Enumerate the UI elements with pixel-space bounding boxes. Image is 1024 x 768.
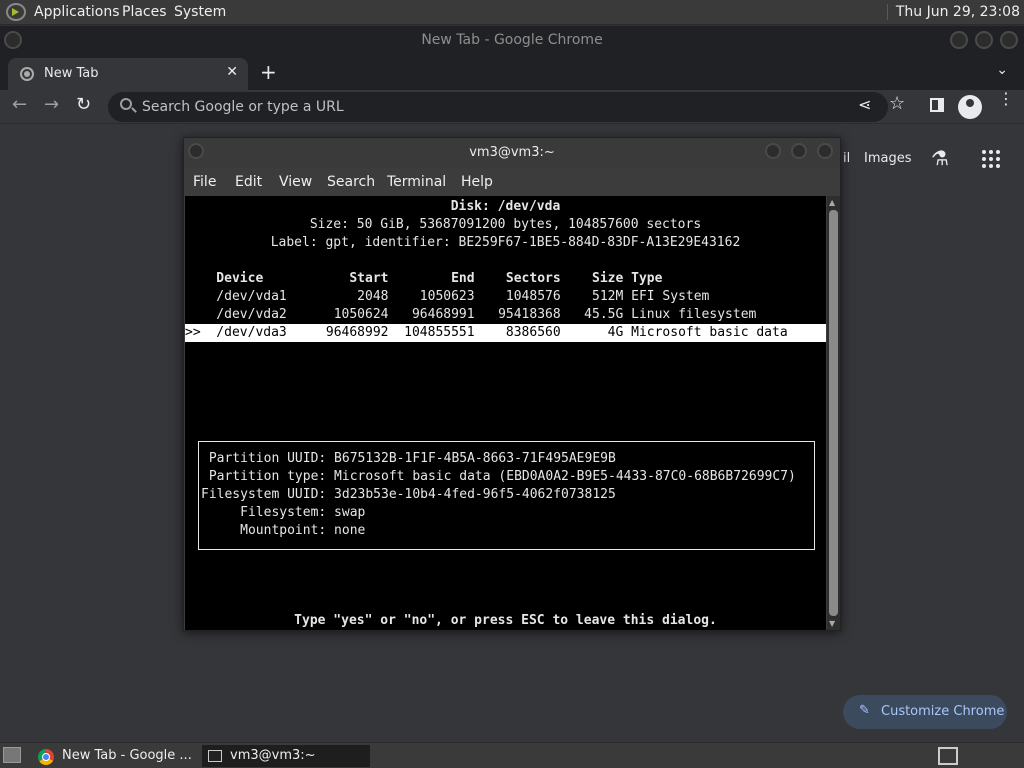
top-panel: Applications Places System Thu Jun 29, 2…	[0, 0, 1024, 25]
pencil-icon: ✎	[859, 703, 870, 718]
scrollbar-thumb[interactable]	[829, 210, 838, 616]
tab-search-chevron-icon[interactable]: ⌄	[996, 62, 1008, 78]
system-menu[interactable]: System	[174, 4, 226, 20]
bookmark-star-icon[interactable]: ☆	[889, 93, 905, 114]
side-panel-icon[interactable]	[930, 98, 944, 112]
tab-strip: New Tab ✕ + ⌄	[0, 54, 1024, 90]
chrome-favicon-icon	[20, 67, 34, 81]
minimize-button[interactable]	[950, 31, 968, 49]
mountpoint-line: Mountpoint: none	[201, 523, 366, 538]
taskbar-item-label: New Tab - Google ...	[62, 748, 192, 763]
system-logo-icon[interactable]	[6, 3, 26, 21]
customize-chrome-label: Customize Chrome	[881, 704, 1005, 719]
reload-button[interactable]: ↻	[76, 94, 91, 115]
terminal-minimize-button[interactable]	[765, 143, 781, 159]
dialog-prompt: Type "yes" or "no", or press ESC to leav…	[294, 613, 717, 628]
applications-menu[interactable]: Applications	[34, 4, 120, 20]
terminal-close-button[interactable]	[817, 143, 833, 159]
table-row[interactable]: /dev/vda2 1050624 96468991 95418368 45.5…	[185, 306, 826, 324]
terminal-menu-view[interactable]: View	[279, 174, 312, 190]
forward-button[interactable]: →	[44, 94, 59, 115]
terminal-icon	[208, 750, 222, 762]
chrome-logo-icon	[38, 749, 54, 765]
disk-size-line: Size: 50 GiB, 53687091200 bytes, 1048576…	[309, 217, 702, 232]
disk-label-line: Label: gpt, identifier: BE259F67-1BE5-88…	[270, 235, 741, 250]
google-apps-grid-icon[interactable]	[982, 150, 1000, 168]
disk-title: Disk: /dev/vda	[450, 199, 561, 214]
terminal-menu-search[interactable]: Search	[327, 174, 375, 190]
terminal-menu-file[interactable]: File	[193, 174, 216, 190]
terminal-menubar: File Edit View Search Terminal Help	[184, 168, 840, 196]
taskbar-item-chrome[interactable]: New Tab - Google ...	[32, 745, 198, 767]
tab-new-tab[interactable]: New Tab ✕	[8, 58, 248, 90]
workspace-switcher-icon[interactable]	[938, 747, 958, 765]
labs-flask-icon[interactable]: ⚗	[931, 146, 949, 170]
terminal-menu-edit[interactable]: Edit	[235, 174, 262, 190]
scroll-up-arrow-icon[interactable]: ▲	[829, 198, 835, 207]
filesystem-uuid-line: Filesystem UUID: 3d23b53e-10b4-4fed-96f5…	[201, 487, 616, 502]
terminal-menu-help[interactable]: Help	[461, 174, 493, 190]
terminal-menu-terminal[interactable]: Terminal	[387, 174, 446, 190]
new-tab-button[interactable]: +	[260, 60, 277, 84]
share-icon[interactable]: ⋖	[858, 95, 871, 114]
show-desktop-icon[interactable]	[3, 747, 21, 763]
taskbar-item-label: vm3@vm3:~	[230, 748, 316, 763]
omnibox-input[interactable]	[142, 96, 842, 118]
bottom-taskbar: New Tab - Google ... vm3@vm3:~	[0, 742, 1024, 768]
search-icon	[120, 98, 132, 110]
table-row-selected[interactable]: >> /dev/vda3 96468992 104855551 8386560 …	[185, 324, 826, 342]
terminal-scrollbar[interactable]: ▲ ▼	[827, 196, 840, 630]
terminal-titlebar[interactable]: vm3@vm3:~	[184, 138, 840, 168]
chrome-menu-icon[interactable]: ⋮	[998, 91, 1014, 107]
tab-label: New Tab	[44, 66, 99, 81]
chrome-titlebar[interactable]: New Tab - Google Chrome	[0, 26, 1024, 54]
terminal-title: vm3@vm3:~	[469, 145, 555, 160]
partition-uuid-line: Partition UUID: B675132B-1F1F-4B5A-8663-…	[201, 451, 616, 466]
profile-avatar[interactable]	[958, 95, 982, 119]
terminal-maximize-button[interactable]	[791, 143, 807, 159]
partition-type-line: Partition type: Microsoft basic data (EB…	[201, 469, 796, 484]
maximize-button[interactable]	[975, 31, 993, 49]
scroll-down-arrow-icon[interactable]: ▼	[829, 619, 835, 628]
chrome-window-title: New Tab - Google Chrome	[421, 32, 603, 48]
terminal-window: vm3@vm3:~ File Edit View Search Terminal…	[183, 137, 841, 631]
customize-chrome-button[interactable]: ✎ Customize Chrome	[843, 695, 1007, 729]
terminal-screen[interactable]: Disk: /dev/vda Size: 50 GiB, 53687091200…	[185, 196, 826, 630]
filesystem-line: Filesystem: swap	[201, 505, 366, 520]
panel-clock[interactable]: Thu Jun 29, 23:08	[886, 4, 1020, 20]
table-row[interactable]: /dev/vda1 2048 1050623 1048576 512M EFI …	[185, 288, 826, 306]
images-link[interactable]: Images	[864, 151, 912, 166]
chrome-toolbar: ← → ↻ ⋖ ☆ ⋮	[0, 90, 1024, 124]
partition-table-header: Device Start End Sectors Size Type	[185, 271, 663, 286]
omnibox[interactable]	[108, 92, 888, 122]
close-window-button[interactable]	[1000, 31, 1018, 49]
taskbar-item-terminal[interactable]: vm3@vm3:~	[202, 745, 370, 767]
close-tab-icon[interactable]: ✕	[226, 64, 238, 80]
gmail-link[interactable]: il	[843, 151, 850, 166]
places-menu[interactable]: Places	[122, 4, 167, 20]
back-button[interactable]: ←	[12, 94, 27, 115]
